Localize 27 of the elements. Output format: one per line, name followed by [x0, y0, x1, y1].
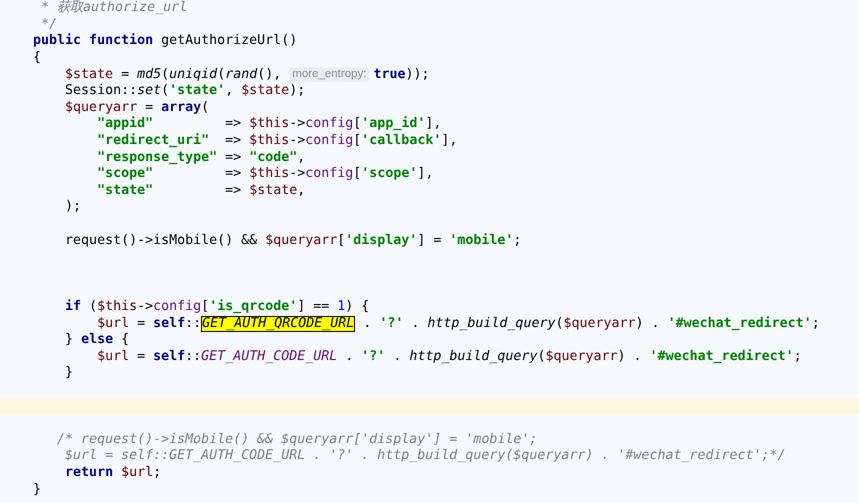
code-line: $state = md5(uniqid(rand(),: [64, 66, 282, 83]
code-line: $url = self::GET_AUTH_CODE_URL . '?' . http_build_query($queryarr) . '#wechat_redirect';*/: [64, 448, 786, 464]
code-line: "redirect_uri" => $this->config['callback'],: [96, 133, 458, 150]
code-line: . '?' . http_build_query($queryarr) . '#wechat_redirect';: [362, 316, 820, 332]
code-line: */: [40, 16, 58, 33]
code-line: $url = self::: [96, 316, 202, 332]
code-line: true));: [373, 66, 430, 83]
code-line: Session::set('state', $state);: [64, 83, 306, 100]
code-line: "scope" => $this->config['scope'],: [96, 166, 434, 182]
code-line: /* request()->isMobile() && $queryarr['display'] = 'mobile';: [56, 432, 538, 448]
parameter-hint: more_entropy:: [289, 67, 370, 82]
code-line: $queryarr = array(: [64, 100, 210, 116]
code-line: "response_type" => "code",: [96, 150, 306, 166]
code-line: } else {: [64, 332, 130, 348]
code-line: return $url;: [64, 464, 162, 481]
code-line: {: [32, 50, 42, 66]
code-line: $url = self::GET_AUTH_CODE_URL . '?' . http_build_query($queryarr) . '#wechat_redirect';: [96, 348, 802, 365]
code-line: public function getAuthorizeUrl(): [32, 33, 298, 50]
code-line: "appid" => $this->config['app_id'],: [96, 116, 442, 132]
search-match: GET_AUTH_QRCODE_URL: [201, 316, 356, 332]
code-line: if ($this->config['is_qrcode'] == 1) {: [64, 298, 370, 315]
code-line: );: [64, 199, 82, 216]
code-line: request()->isMobile() && $queryarr['display'] = 'mobile';: [64, 232, 522, 249]
code-line: * 获取authorize_url: [40, 0, 188, 16]
code-line: "state" => $state,: [96, 182, 306, 199]
code-line: }: [32, 482, 42, 498]
code-line: }: [64, 365, 74, 382]
